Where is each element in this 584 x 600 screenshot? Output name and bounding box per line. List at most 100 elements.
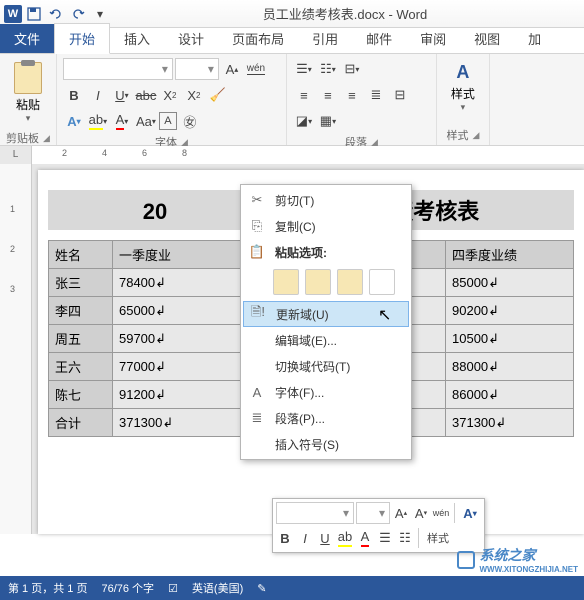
paste-text-icon[interactable] bbox=[369, 269, 395, 295]
table-header[interactable]: 姓名 bbox=[49, 241, 113, 269]
tab-addins[interactable]: 加 bbox=[514, 24, 555, 53]
mini-styles-label[interactable]: 样式 bbox=[423, 527, 453, 549]
quick-access-toolbar: W ▾ bbox=[4, 4, 110, 24]
menu-edit-field[interactable]: 编辑域(E)... bbox=[243, 327, 409, 353]
mini-italic[interactable]: I bbox=[296, 527, 314, 549]
group-clipboard: 粘贴 ▾ 剪贴板 ◢ bbox=[0, 54, 57, 145]
mini-grow-font[interactable]: A▴ bbox=[392, 502, 410, 524]
highlight-button[interactable]: ab▾ bbox=[87, 110, 109, 132]
status-proofing-icon[interactable]: ☑ bbox=[168, 582, 178, 595]
redo-icon[interactable] bbox=[68, 4, 88, 24]
save-icon[interactable] bbox=[24, 4, 44, 24]
word-app-icon[interactable]: W bbox=[4, 5, 22, 23]
watermark-icon bbox=[457, 551, 475, 569]
ribbon: 粘贴 ▾ 剪贴板 ◢ ▾ ▾ A▴ wén B I U ▾ abc X2 X2 🧹 bbox=[0, 54, 584, 146]
paste-icon: 📋 bbox=[247, 244, 267, 260]
status-track-icon[interactable]: ✎ bbox=[257, 582, 266, 595]
shading-button[interactable]: ◪▾ bbox=[293, 110, 315, 132]
paste-dropdown-icon[interactable]: ▾ bbox=[26, 113, 31, 124]
multilevel-list-button[interactable]: ⊟▾ bbox=[341, 58, 363, 80]
paragraph-icon: ≣ bbox=[247, 410, 267, 426]
borders-button[interactable]: ▦▾ bbox=[317, 110, 339, 132]
tab-design[interactable]: 设计 bbox=[164, 24, 218, 53]
undo-icon[interactable] bbox=[46, 4, 66, 24]
paste-button[interactable]: 粘贴 ▾ bbox=[6, 58, 50, 128]
paste-options-row bbox=[243, 265, 409, 301]
tab-review[interactable]: 审阅 bbox=[406, 24, 460, 53]
tab-mailings[interactable]: 邮件 bbox=[352, 24, 406, 53]
menu-toggle-field-codes[interactable]: 切换域代码(T) bbox=[243, 353, 409, 379]
underline-button[interactable]: U ▾ bbox=[111, 84, 133, 106]
phonetic-guide-icon[interactable]: wén bbox=[245, 58, 267, 80]
group-styles: A 样式 ▾ 样式 ◢ bbox=[437, 54, 490, 145]
mini-numbering[interactable]: ☷ bbox=[396, 527, 414, 549]
tab-home[interactable]: 开始 bbox=[54, 23, 110, 54]
italic-button[interactable]: I bbox=[87, 84, 109, 106]
clipboard-icon bbox=[14, 62, 42, 94]
align-right-button[interactable]: ≡ bbox=[341, 84, 363, 106]
tab-insert[interactable]: 插入 bbox=[110, 24, 164, 53]
styles-button[interactable]: A 样式 ▾ bbox=[443, 58, 483, 117]
subscript-button[interactable]: X2 bbox=[159, 84, 181, 106]
align-center-button[interactable]: ≡ bbox=[317, 84, 339, 106]
status-words[interactable]: 76/76 个字 bbox=[101, 580, 154, 596]
menu-paragraph[interactable]: ≣段落(P)... bbox=[243, 405, 409, 431]
superscript-button[interactable]: X2 bbox=[183, 84, 205, 106]
cursor-icon: ↖ bbox=[378, 305, 391, 325]
mini-bullets[interactable]: ☰ bbox=[376, 527, 394, 549]
tab-selector[interactable]: L bbox=[0, 146, 32, 164]
paste-merge-icon[interactable] bbox=[305, 269, 331, 295]
status-page[interactable]: 第 1 页，共 1 页 bbox=[8, 580, 87, 596]
bold-button[interactable]: B bbox=[63, 84, 85, 106]
numbering-button[interactable]: ☷▾ bbox=[317, 58, 339, 80]
mini-shrink-font[interactable]: A▾ bbox=[412, 502, 430, 524]
font-size-combo[interactable]: ▾ bbox=[175, 58, 219, 80]
menu-insert-symbol[interactable]: 插入符号(S) bbox=[243, 431, 409, 457]
grow-font-icon[interactable]: A▴ bbox=[221, 58, 243, 80]
mini-highlight[interactable]: ab bbox=[336, 527, 354, 549]
copy-icon: ⎘ bbox=[247, 218, 267, 234]
status-language[interactable]: 英语(美国) bbox=[192, 580, 243, 596]
mini-bold[interactable]: B bbox=[276, 527, 294, 549]
styles-group-label: 样式 bbox=[446, 127, 468, 143]
update-field-icon: 🗎! bbox=[248, 303, 268, 325]
mini-styles[interactable]: A▾ bbox=[459, 502, 481, 524]
menu-cut[interactable]: ✂剪切(T) bbox=[243, 187, 409, 213]
font-icon: A bbox=[247, 385, 267, 400]
paste-picture-icon[interactable] bbox=[337, 269, 363, 295]
mini-phonetic[interactable]: wén bbox=[432, 502, 450, 524]
vertical-ruler[interactable]: 123 bbox=[0, 164, 32, 534]
horizontal-ruler[interactable]: 2468 bbox=[32, 146, 584, 164]
watermark: 系统之家 WWW.XITONGZHIJIA.NET bbox=[457, 545, 578, 574]
bullets-button[interactable]: ☰▾ bbox=[293, 58, 315, 80]
styles-launcher-icon[interactable]: ◢ bbox=[472, 130, 479, 141]
mini-underline[interactable]: U bbox=[316, 527, 334, 549]
paste-keep-source-icon[interactable] bbox=[273, 269, 299, 295]
mini-font-color[interactable]: A bbox=[356, 527, 374, 549]
tab-layout[interactable]: 页面布局 bbox=[218, 24, 298, 53]
char-border-button[interactable]: A bbox=[159, 112, 177, 130]
change-case-button[interactable]: Aa▾ bbox=[135, 110, 157, 132]
font-color-button[interactable]: A▾ bbox=[111, 110, 133, 132]
tab-view[interactable]: 视图 bbox=[460, 24, 514, 53]
tab-file[interactable]: 文件 bbox=[0, 24, 54, 53]
clipboard-group-label: 剪贴板 bbox=[6, 130, 39, 146]
clipboard-launcher-icon[interactable]: ◢ bbox=[43, 133, 50, 144]
text-effects-button[interactable]: A ▾ bbox=[63, 110, 85, 132]
strikethrough-button[interactable]: abc bbox=[135, 84, 157, 106]
menu-font[interactable]: A字体(F)... bbox=[243, 379, 409, 405]
align-justify-button[interactable]: ≣ bbox=[365, 84, 387, 106]
align-distribute-button[interactable]: ⊟ bbox=[389, 84, 411, 106]
clear-format-icon[interactable]: 🧹 bbox=[207, 84, 229, 106]
menu-paste-options-label: 📋粘贴选项: bbox=[243, 239, 409, 265]
mini-font-name[interactable]: ▾ bbox=[276, 502, 354, 524]
menu-copy[interactable]: ⎘复制(C) bbox=[243, 213, 409, 239]
statusbar: 第 1 页，共 1 页 76/76 个字 ☑ 英语(美国) ✎ bbox=[0, 576, 584, 600]
table-header[interactable]: 四季度业绩 bbox=[446, 241, 574, 269]
align-left-button[interactable]: ≡ bbox=[293, 84, 315, 106]
qat-dropdown-icon[interactable]: ▾ bbox=[90, 4, 110, 24]
enclose-char-button[interactable]: ㊛ bbox=[179, 110, 201, 132]
tab-references[interactable]: 引用 bbox=[298, 24, 352, 53]
font-name-combo[interactable]: ▾ bbox=[63, 58, 173, 80]
mini-font-size[interactable]: ▾ bbox=[356, 502, 390, 524]
